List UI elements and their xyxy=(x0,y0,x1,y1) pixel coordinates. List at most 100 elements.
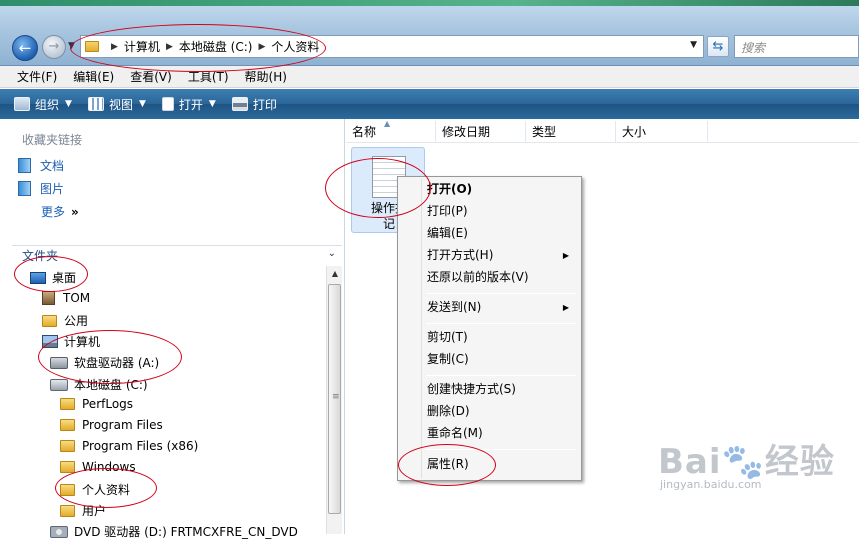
submenu-arrow-icon: ▶ xyxy=(562,303,569,312)
column-header-date[interactable]: 修改日期 xyxy=(436,121,526,143)
tree-item-local-disk[interactable]: 本地磁盘 (C:) xyxy=(50,376,148,393)
arrow-right-icon: → xyxy=(48,39,60,54)
tree-scrollbar[interactable]: ▲ ≡ xyxy=(326,266,342,534)
ctx-create-shortcut[interactable]: 创建快捷方式(S) xyxy=(401,379,579,400)
chevron-down-icon: ▼ xyxy=(65,99,72,109)
double-chevron-right-icon: » xyxy=(71,204,79,219)
ctx-rename[interactable]: 重命名(M) xyxy=(401,423,579,444)
folder-icon xyxy=(60,461,75,473)
search-input[interactable]: 搜索 xyxy=(734,35,859,58)
ctx-open-with[interactable]: 打开方式(H) ▶ xyxy=(401,245,579,266)
ctx-open[interactable]: 打开(O) xyxy=(401,179,579,200)
menu-file[interactable]: 文件(F) xyxy=(14,66,60,87)
menu-edit[interactable]: 编辑(E) xyxy=(70,66,117,87)
tree-item-users[interactable]: 用户 xyxy=(60,502,106,519)
chevron-right-icon[interactable]: ▶ xyxy=(166,42,173,52)
breadcrumb-local-disk[interactable]: 本地磁盘 (C:) xyxy=(179,38,253,55)
tree-item-dvd[interactable]: DVD 驱动器 (D:) FRTMCXFRE_CN_DVD xyxy=(50,523,298,540)
window-titlebar: ← → ▼ ▶ 计算机 ▶ 本地磁盘 (C:) ▶ 个人资料 ▼ ⇆ 搜索 xyxy=(0,0,859,66)
favorite-link-more[interactable]: 更多 » xyxy=(41,203,79,220)
hard-disk-icon xyxy=(50,378,68,391)
tree-item-public[interactable]: 公用 xyxy=(42,312,88,329)
tree-item-label: 本地磁盘 (C:) xyxy=(74,378,148,392)
tree-item-program-files[interactable]: Program Files xyxy=(60,418,163,432)
tree-item-label: Program Files xyxy=(82,418,163,432)
tree-item-tom[interactable]: TOM xyxy=(42,291,90,305)
menu-view[interactable]: 查看(V) xyxy=(127,66,175,87)
tree-item-label: DVD 驱动器 (D:) FRTMCXFRE_CN_DVD xyxy=(74,525,298,539)
ctx-delete[interactable]: 删除(D) xyxy=(401,401,579,422)
back-button[interactable]: ← xyxy=(12,35,38,61)
print-button[interactable]: 打印 xyxy=(231,96,277,113)
ctx-open-with-label: 打开方式(H) xyxy=(427,248,494,262)
ctx-edit[interactable]: 编辑(E) xyxy=(401,223,579,244)
menu-help[interactable]: 帮助(H) xyxy=(242,66,290,87)
refresh-button[interactable]: ⇆ xyxy=(707,36,729,57)
print-label: 打印 xyxy=(252,97,277,112)
folder-icon xyxy=(60,419,75,431)
column-header-name[interactable]: ▲ 名称 xyxy=(346,119,436,143)
tree-item-computer[interactable]: 计算机 xyxy=(42,333,100,350)
column-header-label: 类型 xyxy=(532,125,557,139)
open-button[interactable]: 打开 ▼ xyxy=(161,96,216,113)
folder-icon xyxy=(60,504,75,517)
organize-label: 组织 xyxy=(35,97,60,112)
tree-item-windows[interactable]: Windows xyxy=(60,460,136,474)
tree-item-label: 软盘驱动器 (A:) xyxy=(74,356,160,370)
tree-item-label: 用户 xyxy=(82,504,107,518)
pictures-icon xyxy=(18,181,31,196)
menu-tools[interactable]: 工具(T) xyxy=(185,66,232,87)
tree-item-personal-data[interactable]: 个人资料 xyxy=(60,481,130,498)
desktop-icon xyxy=(30,271,46,284)
context-menu: 打开(O) 打印(P) 编辑(E) 打开方式(H) ▶ 还原以前的版本(V) 发… xyxy=(397,176,582,481)
navigation-pane: 收藏夹链接 文档 图片 更多 » 文件夹 ⌄ 桌面 TOM 公用 计算机 软盘驱… xyxy=(0,119,345,539)
favorite-link-pictures[interactable]: 图片 xyxy=(18,180,64,197)
column-header-size[interactable]: 大小 xyxy=(616,121,708,143)
folder-icon xyxy=(42,314,57,327)
chevron-right-icon[interactable]: ▶ xyxy=(111,42,118,52)
ctx-copy[interactable]: 复制(C) xyxy=(401,349,579,370)
chevron-right-icon[interactable]: ▶ xyxy=(258,42,265,52)
address-dropdown-button[interactable]: ▼ xyxy=(690,40,697,50)
tree-item-label: 计算机 xyxy=(64,335,101,349)
column-headers: ▲ 名称 修改日期 类型 大小 xyxy=(346,119,859,143)
sort-ascending-icon: ▲ xyxy=(384,119,391,128)
address-bar[interactable]: ▶ 计算机 ▶ 本地磁盘 (C:) ▶ 个人资料 ▼ xyxy=(80,35,704,58)
column-header-type[interactable]: 类型 xyxy=(526,121,616,143)
folder-icon xyxy=(60,483,75,496)
documents-icon xyxy=(18,158,31,173)
tree-item-desktop[interactable]: 桌面 xyxy=(30,269,76,286)
scroll-thumb[interactable]: ≡ xyxy=(328,284,341,514)
ctx-send-to[interactable]: 发送到(N) ▶ xyxy=(401,297,579,318)
ctx-cut[interactable]: 剪切(T) xyxy=(401,327,579,348)
recent-pages-dropdown[interactable]: ▼ xyxy=(68,41,75,51)
watermark-url: jingyan.baidu.com xyxy=(660,478,762,491)
tree-item-label: PerfLogs xyxy=(82,397,134,411)
ctx-restore-versions[interactable]: 还原以前的版本(V) xyxy=(401,267,579,288)
folders-title: 文件夹 xyxy=(22,249,59,263)
command-toolbar: 组织 ▼ 视图 ▼ 打开 ▼ 打印 xyxy=(0,89,859,119)
baidu-jingyan-watermark: Bai🐾经验 jingyan.baidu.com xyxy=(658,434,854,496)
forward-button[interactable]: → xyxy=(42,35,66,59)
folders-header[interactable]: 文件夹 ⌄ xyxy=(12,245,342,265)
views-button[interactable]: 视图 ▼ xyxy=(87,96,146,113)
tree-item-perflogs[interactable]: PerfLogs xyxy=(60,397,133,411)
folder-icon xyxy=(60,440,75,452)
menu-separator xyxy=(426,323,576,324)
watermark-logo: Bai🐾经验 xyxy=(658,442,835,482)
scroll-up-button[interactable]: ▲ xyxy=(327,266,343,282)
dvd-drive-icon xyxy=(50,525,68,538)
favorite-link-documents[interactable]: 文档 xyxy=(18,157,64,174)
organize-button[interactable]: 组织 ▼ xyxy=(14,96,72,113)
ctx-properties[interactable]: 属性(R) xyxy=(401,454,579,475)
open-label: 打开 xyxy=(178,97,203,112)
folder-icon xyxy=(85,41,99,52)
breadcrumb-computer[interactable]: 计算机 xyxy=(124,38,160,55)
tree-item-floppy[interactable]: 软盘驱动器 (A:) xyxy=(50,354,159,371)
column-header-label: 大小 xyxy=(622,125,647,139)
user-folder-icon xyxy=(42,291,55,305)
ctx-print[interactable]: 打印(P) xyxy=(401,201,579,222)
breadcrumb-personal-data[interactable]: 个人资料 xyxy=(271,38,319,55)
computer-icon xyxy=(42,335,58,348)
tree-item-program-files-x86[interactable]: Program Files (x86) xyxy=(60,439,198,453)
